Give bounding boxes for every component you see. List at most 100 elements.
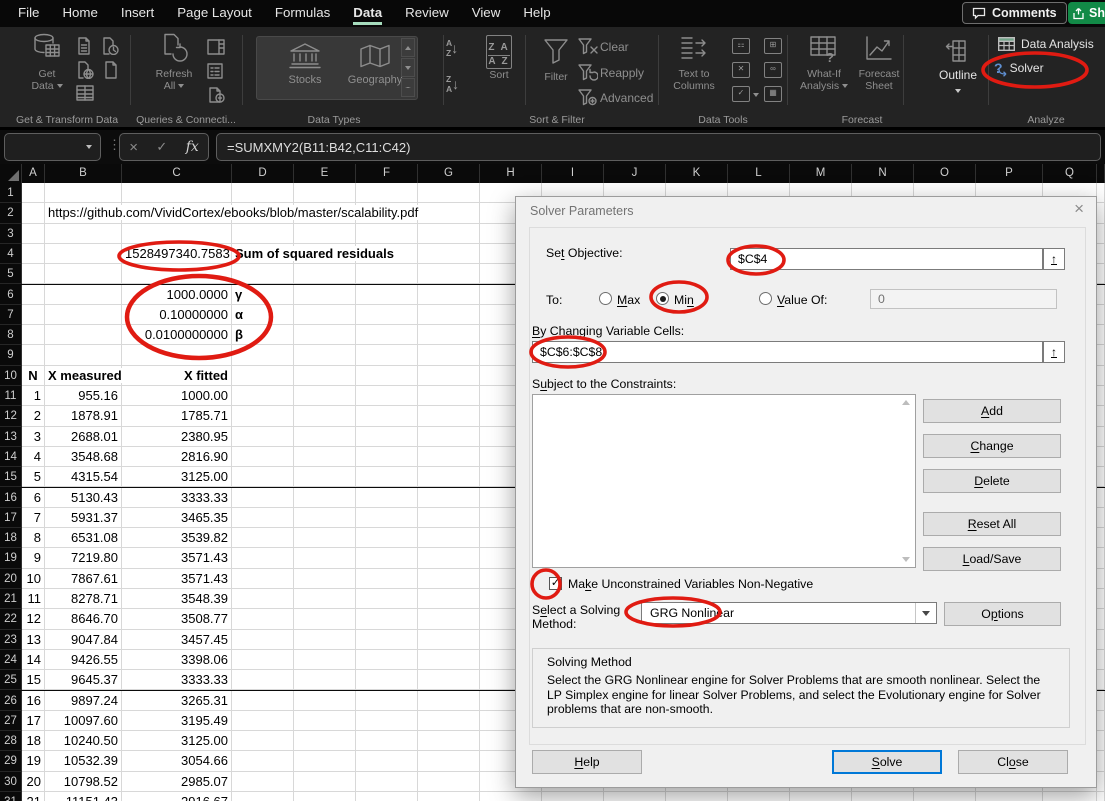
name-box[interactable]	[4, 133, 101, 161]
scroll-down-icon[interactable]	[902, 557, 910, 562]
cell-C13[interactable]: 2380.95	[122, 427, 232, 447]
column-header-I[interactable]: I	[542, 164, 604, 183]
cell-A18[interactable]: 8	[22, 528, 45, 548]
help-button[interactable]: Help	[532, 750, 642, 774]
cell-R20[interactable]	[1097, 569, 1105, 589]
cell-C8[interactable]: 0.0100000000	[122, 325, 232, 345]
cell-F5[interactable]	[356, 264, 418, 284]
cell-F16[interactable]	[356, 488, 418, 508]
menu-tab-review[interactable]: Review	[405, 0, 449, 20]
cell-B28[interactable]: 10240.50	[45, 731, 122, 751]
cell-E23[interactable]	[294, 630, 356, 650]
cell-E10[interactable]	[294, 366, 356, 386]
select-all-corner[interactable]	[0, 164, 22, 183]
close-icon[interactable]: ×	[1074, 199, 1084, 219]
row-header-7[interactable]: 7	[0, 305, 22, 325]
properties-icon[interactable]	[207, 63, 223, 79]
cell-D26[interactable]	[232, 691, 294, 711]
column-header-K[interactable]: K	[666, 164, 728, 183]
cell-E11[interactable]	[294, 386, 356, 406]
cell-C18[interactable]: 3539.82	[122, 528, 232, 548]
cell-C15[interactable]: 3125.00	[122, 467, 232, 487]
advanced-filter-icon[interactable]	[578, 89, 598, 106]
cell-E7[interactable]	[294, 305, 356, 325]
cell-R3[interactable]	[1097, 224, 1105, 244]
row-header-18[interactable]: 18	[0, 528, 22, 548]
cell-G29[interactable]	[418, 751, 480, 771]
cell-G17[interactable]	[418, 508, 480, 528]
cell-J31[interactable]	[604, 792, 666, 801]
cell-R1[interactable]	[1097, 183, 1105, 203]
cell-F11[interactable]	[356, 386, 418, 406]
cell-A24[interactable]: 14	[22, 650, 45, 670]
cell-F31[interactable]	[356, 792, 418, 801]
cell-D7[interactable]: α	[232, 305, 294, 325]
cell-F19[interactable]	[356, 548, 418, 568]
cell-C17[interactable]: 3465.35	[122, 508, 232, 528]
cell-G11[interactable]	[418, 386, 480, 406]
cell-A27[interactable]: 17	[22, 711, 45, 731]
column-header-O[interactable]: O	[914, 164, 976, 183]
cell-H31[interactable]	[480, 792, 542, 801]
data-model-icon[interactable]: ▦	[764, 86, 782, 102]
add-button[interactable]: Add	[923, 399, 1061, 423]
cell-R11[interactable]	[1097, 386, 1105, 406]
solve-button[interactable]: Solve	[832, 750, 942, 774]
cell-C29[interactable]: 3054.66	[122, 751, 232, 771]
cell-A20[interactable]: 10	[22, 569, 45, 589]
column-header-P[interactable]: P	[976, 164, 1043, 183]
delete-button[interactable]: Delete	[923, 469, 1061, 493]
cell-E20[interactable]	[294, 569, 356, 589]
cell-A9[interactable]	[22, 345, 45, 365]
cell-F18[interactable]	[356, 528, 418, 548]
column-header-L[interactable]: L	[728, 164, 790, 183]
cell-D8[interactable]: β	[232, 325, 294, 345]
max-radio[interactable]	[599, 292, 612, 305]
column-header-M[interactable]: M	[790, 164, 852, 183]
cell-R8[interactable]	[1097, 325, 1105, 345]
enter-icon[interactable]: ✓	[156, 139, 167, 155]
cell-F1[interactable]	[356, 183, 418, 203]
cell-B13[interactable]: 2688.01	[45, 427, 122, 447]
cell-C22[interactable]: 3508.77	[122, 609, 232, 629]
cancel-icon[interactable]: ×	[129, 139, 138, 156]
cell-D1[interactable]	[232, 183, 294, 203]
cell-D19[interactable]	[232, 548, 294, 568]
column-header-Q[interactable]: Q	[1043, 164, 1097, 183]
cell-C1[interactable]	[122, 183, 232, 203]
cell-E22[interactable]	[294, 609, 356, 629]
row-header-31[interactable]: 31	[0, 792, 22, 801]
row-header-21[interactable]: 21	[0, 589, 22, 609]
cell-G25[interactable]	[418, 670, 480, 690]
cell-A11[interactable]: 1	[22, 386, 45, 406]
forecast-sheet-button[interactable]: Forecast Sheet	[856, 35, 902, 92]
cell-B9[interactable]	[45, 345, 122, 365]
cell-F13[interactable]	[356, 427, 418, 447]
cell-F9[interactable]	[356, 345, 418, 365]
cell-E24[interactable]	[294, 650, 356, 670]
cell-F20[interactable]	[356, 569, 418, 589]
filter-button[interactable]: Filter	[536, 36, 576, 83]
cell-D15[interactable]	[232, 467, 294, 487]
cell-G14[interactable]	[418, 447, 480, 467]
cell-C3[interactable]	[122, 224, 232, 244]
menu-tab-insert[interactable]: Insert	[121, 0, 154, 20]
column-header-D[interactable]: D	[232, 164, 294, 183]
cell-C25[interactable]: 3333.33	[122, 670, 232, 690]
column-header-E[interactable]: E	[294, 164, 356, 183]
cell-R31[interactable]	[1097, 792, 1105, 801]
cell-D16[interactable]	[232, 488, 294, 508]
cell-A8[interactable]	[22, 325, 45, 345]
cell-I31[interactable]	[542, 792, 604, 801]
column-header-G[interactable]: G	[418, 164, 480, 183]
cell-D9[interactable]	[232, 345, 294, 365]
reapply-filter-button[interactable]: Reapply	[600, 66, 644, 80]
cell-D12[interactable]	[232, 406, 294, 426]
cell-B3[interactable]	[45, 224, 122, 244]
row-header-10[interactable]: 10	[0, 366, 22, 386]
cell-A22[interactable]: 12	[22, 609, 45, 629]
cell-D11[interactable]	[232, 386, 294, 406]
cell-F27[interactable]	[356, 711, 418, 731]
cell-C16[interactable]: 3333.33	[122, 488, 232, 508]
cell-B12[interactable]: 1878.91	[45, 406, 122, 426]
